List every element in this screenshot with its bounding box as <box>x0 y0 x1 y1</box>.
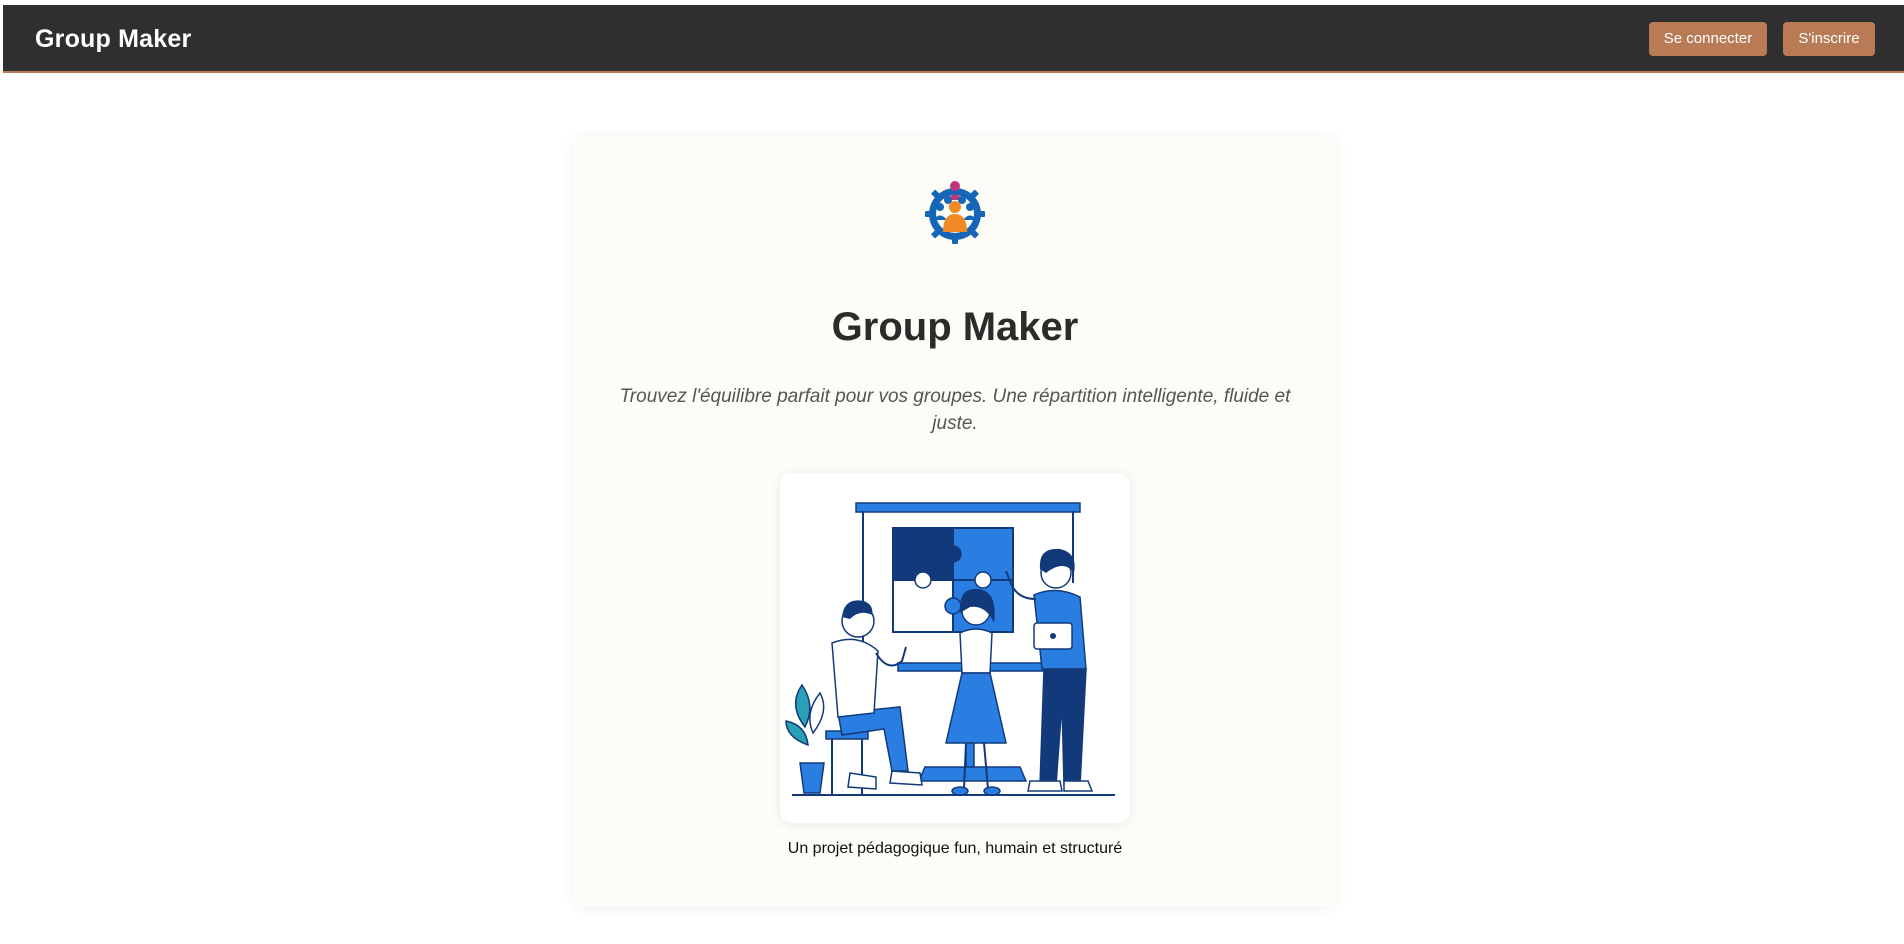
illustration-caption: Un projet pédagogique fun, humain et str… <box>787 840 1123 857</box>
hero-card: Group Maker Trouvez l'équilibre parfait … <box>573 135 1337 907</box>
team-gear-icon <box>925 181 985 244</box>
brand-title[interactable]: Group Maker <box>35 5 191 73</box>
team-puzzle-illustration <box>785 502 1115 796</box>
illustration-card <box>780 473 1130 823</box>
navbar: Group Maker Se connecter S'inscrire <box>3 5 1904 73</box>
tagline: Trouvez l'équilibre parfait pour vos gro… <box>619 386 1291 434</box>
login-button[interactable]: Se connecter <box>1649 22 1767 56</box>
page-title: Group Maker <box>831 305 1079 349</box>
page: Group Maker Se connecter S'inscrire Grou… <box>0 0 1904 944</box>
signup-button[interactable]: S'inscrire <box>1783 22 1875 56</box>
